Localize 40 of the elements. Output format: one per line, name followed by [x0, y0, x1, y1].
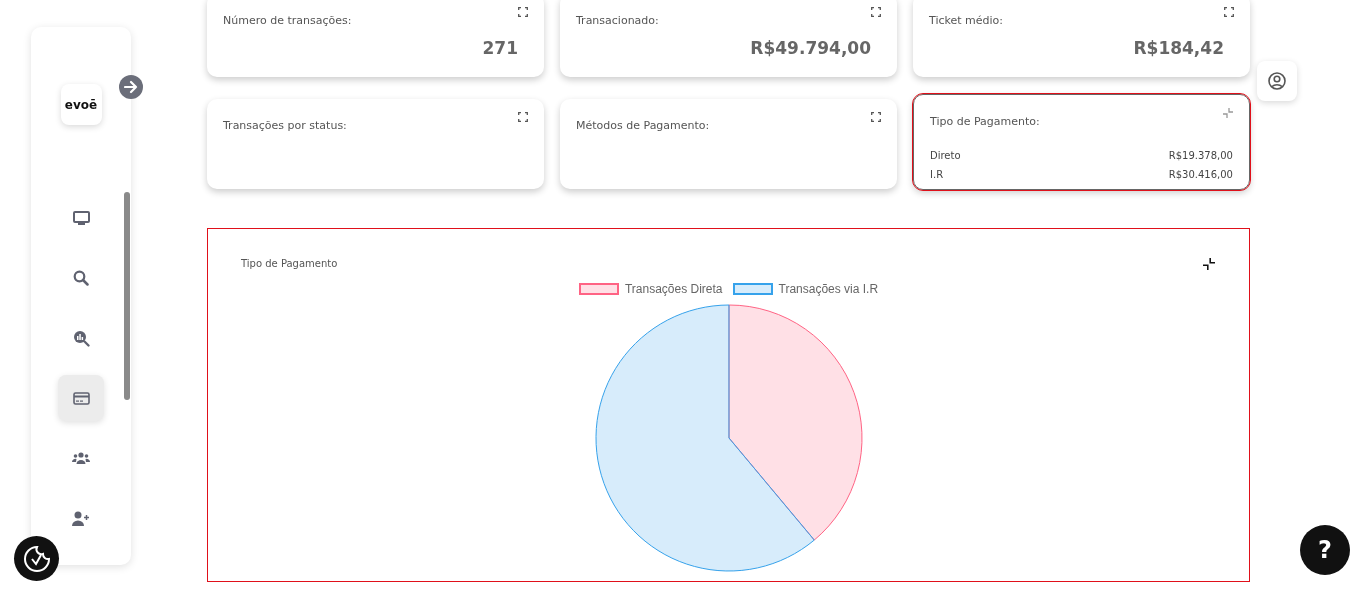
cookie-check-icon — [21, 543, 52, 574]
row-value: R$19.378,00 — [1168, 149, 1233, 163]
row-label: I.R — [930, 168, 944, 182]
monitor-icon — [72, 210, 90, 226]
expand-icon[interactable] — [1224, 7, 1234, 17]
card-title: Tipo de Pagamento: — [930, 114, 1040, 130]
credit-card-icon — [72, 391, 90, 405]
stat-value: R$49.794,00 — [750, 36, 871, 60]
users-icon — [72, 452, 90, 464]
card-title: Ticket médio: — [929, 13, 1003, 29]
arrow-right-icon — [124, 80, 138, 94]
expand-icon[interactable] — [871, 7, 881, 17]
legend-label: Transações Direta — [624, 281, 723, 298]
row-value: R$30.416,00 — [1168, 168, 1233, 182]
user-circle-icon — [1268, 72, 1286, 90]
stat-value: R$184,42 — [1133, 36, 1224, 60]
help-button[interactable]: ? — [1300, 525, 1350, 575]
chart-search-icon — [72, 329, 90, 347]
card-title: Transações por status: — [223, 118, 347, 134]
card-title: Transacionado: — [576, 13, 659, 29]
nav-item[interactable] — [58, 375, 104, 421]
legend-swatch — [732, 283, 773, 295]
card-title: Número de transações: — [223, 13, 352, 29]
stat-value: 271 — [482, 36, 518, 60]
legend-swatch — [578, 283, 619, 295]
logo: evoē — [60, 84, 102, 125]
scrollbar[interactable] — [124, 192, 130, 400]
legend-label: Transações via I.R — [778, 281, 879, 298]
expand-icon[interactable] — [518, 112, 528, 122]
expand-icon[interactable] — [871, 112, 881, 122]
search-icon — [73, 270, 89, 286]
add-user-icon — [72, 510, 90, 526]
chart-title: Tipo de Pagamento — [241, 257, 338, 271]
expand-arrow-button[interactable] — [119, 75, 143, 99]
card-title: Métodos de Pagamento: — [576, 118, 710, 134]
collapse-icon[interactable] — [1203, 258, 1215, 270]
cookie-consent-button[interactable] — [14, 536, 59, 581]
expand-icon[interactable] — [518, 7, 528, 17]
profile-button[interactable] — [1257, 61, 1297, 101]
row-label: Direto — [930, 149, 961, 163]
